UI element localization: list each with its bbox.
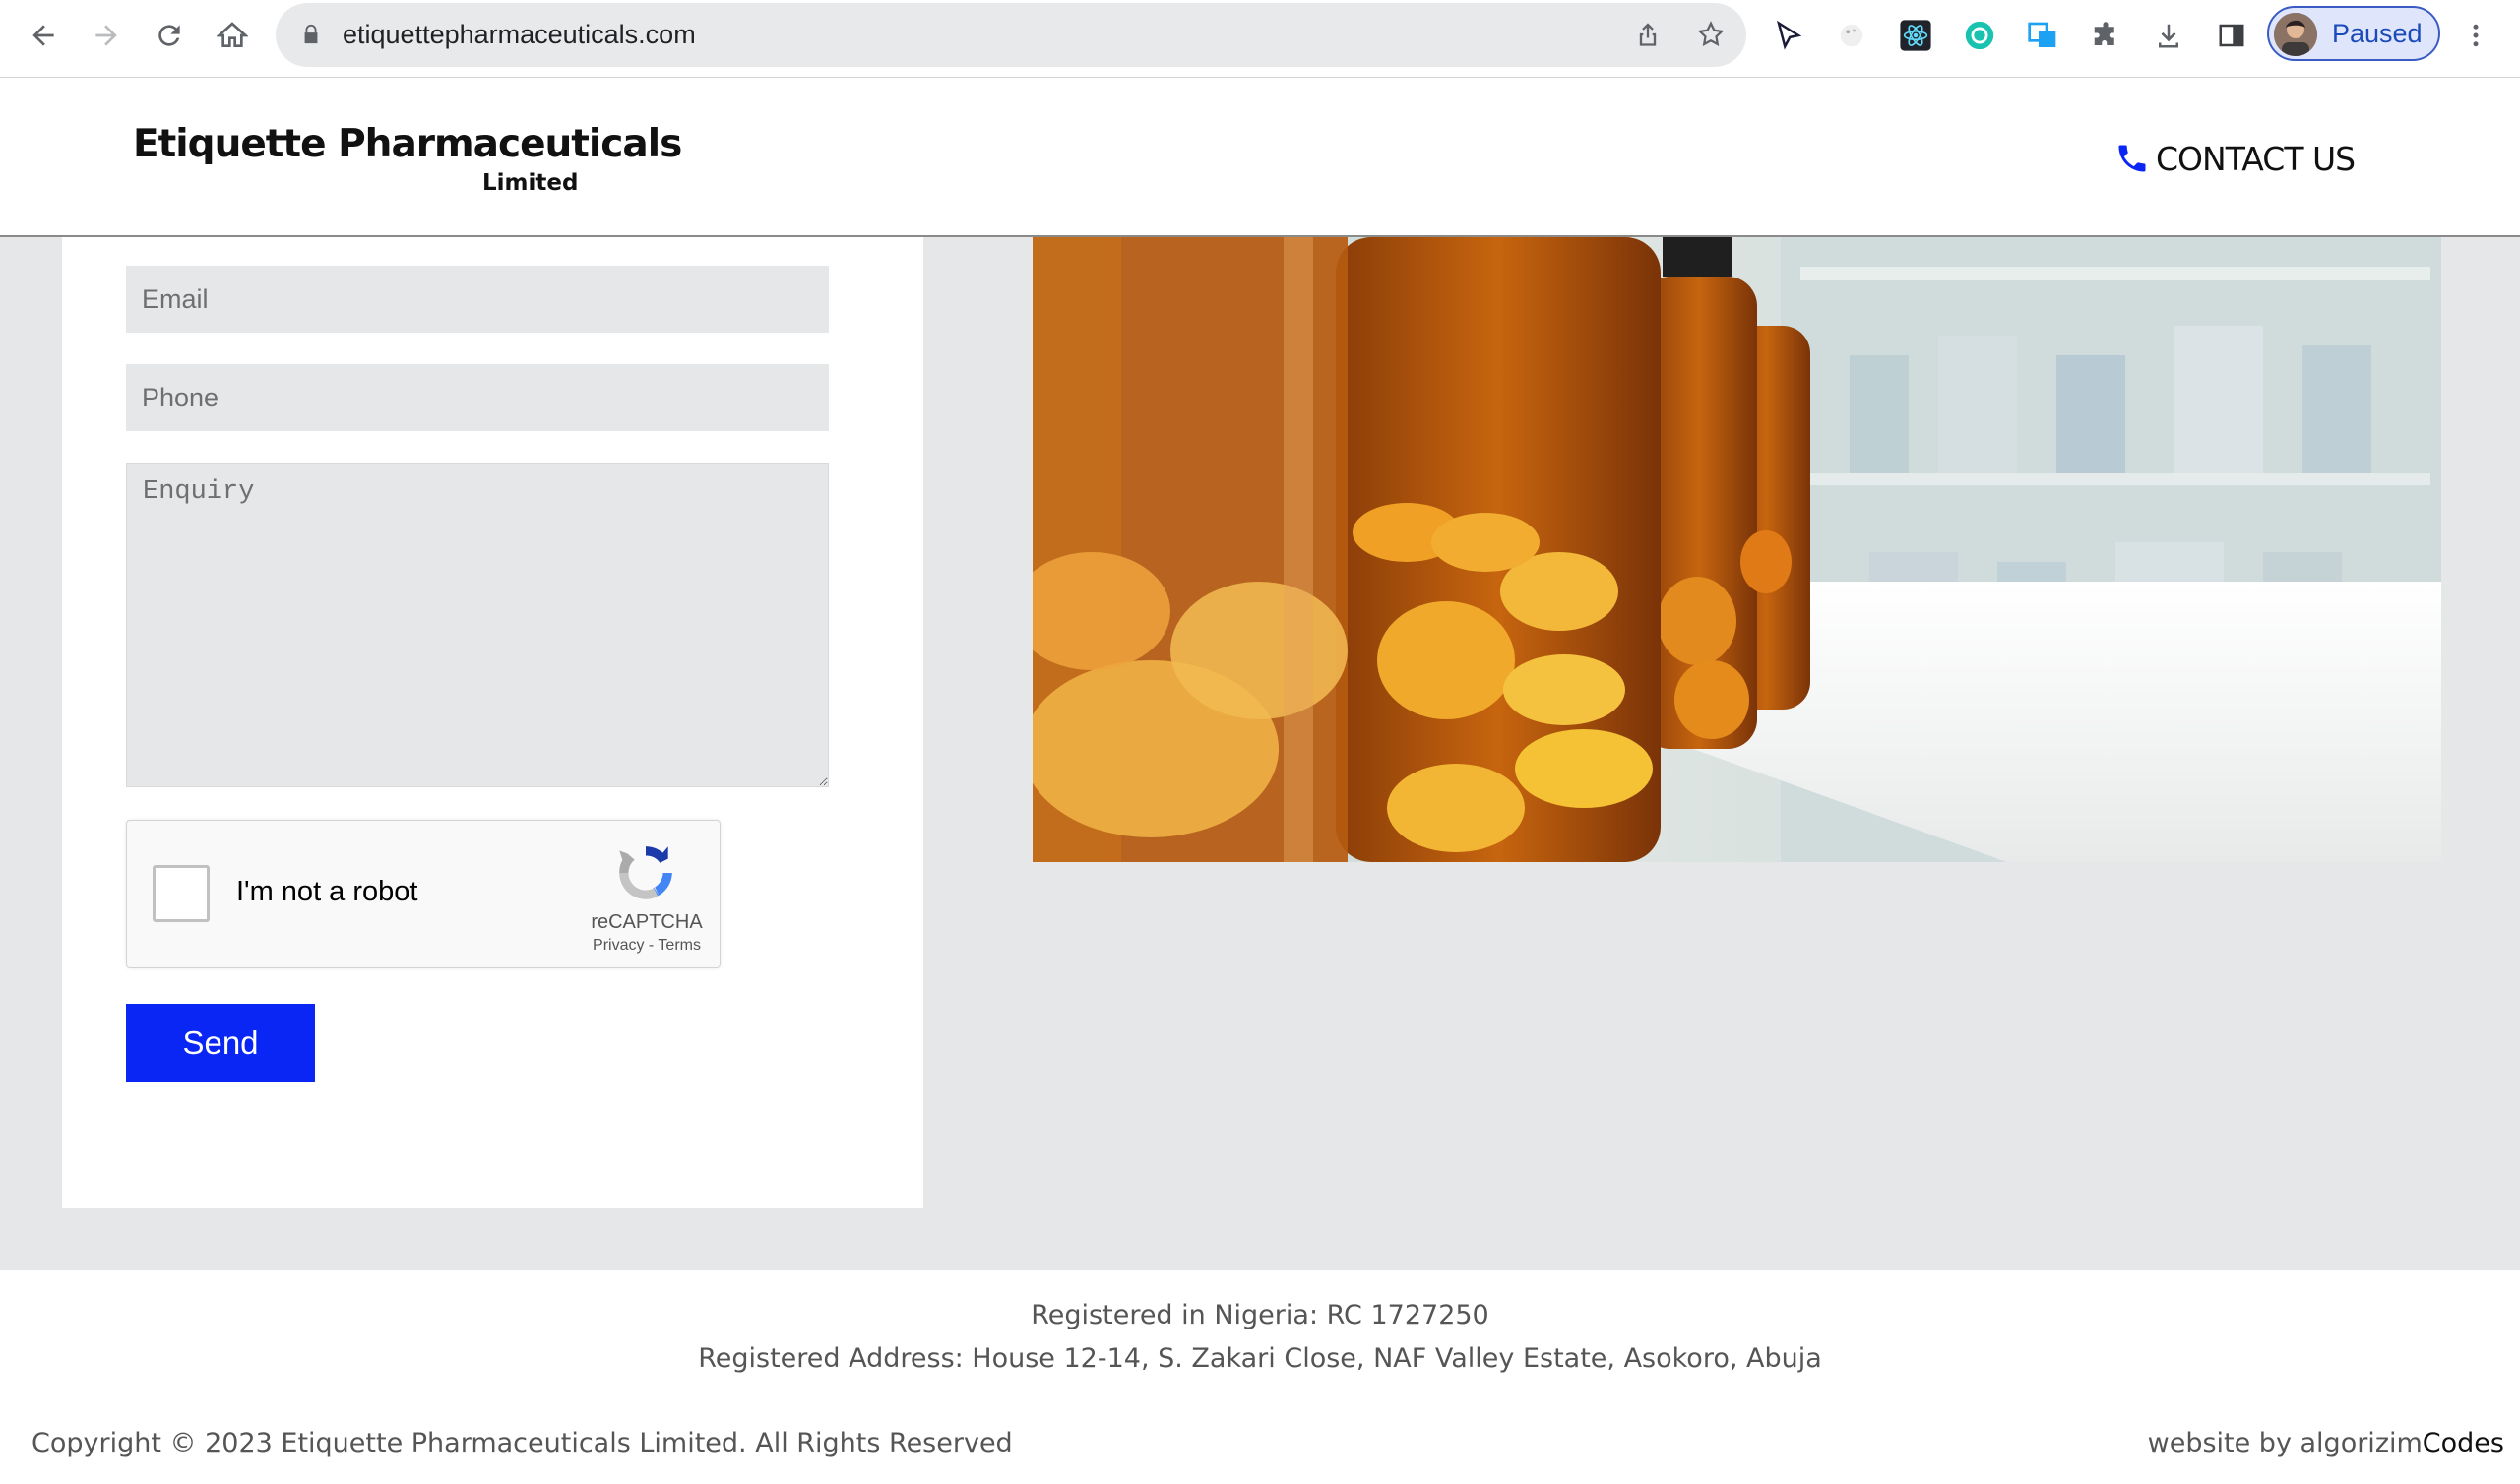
side-panel-icon[interactable]: [2210, 14, 2253, 57]
screenshot-extension-icon[interactable]: [2021, 14, 2064, 57]
site-header: Etiquette Pharmaceuticals Limited CONTAC…: [0, 78, 2520, 237]
profile-status: Paused: [2332, 19, 2423, 48]
back-button[interactable]: [22, 14, 65, 57]
profile-button[interactable]: Paused: [2267, 6, 2440, 61]
share-icon[interactable]: [1626, 13, 1670, 56]
recaptcha-logo-icon: [619, 846, 672, 899]
phone-field[interactable]: [126, 364, 829, 431]
address-bar[interactable]: etiquettepharmaceuticals.com: [276, 3, 1746, 67]
credit-prefix: website by algorizim: [2147, 1428, 2423, 1458]
reload-button[interactable]: [148, 14, 191, 57]
pharmacy-bottles-image: [1033, 237, 2441, 862]
download-icon[interactable]: [2147, 14, 2190, 57]
recaptcha-checkbox[interactable]: [153, 865, 210, 922]
registration-number: Registered in Nigeria: RC 1727250: [1031, 1300, 1489, 1330]
chrome-menu-button[interactable]: [2454, 14, 2497, 57]
email-field[interactable]: [126, 266, 829, 333]
back-arrow-icon: [32, 25, 54, 46]
phone-icon: [2118, 145, 2146, 172]
browser-toolbar: etiquettepharmaceuticals.com Paused: [0, 0, 2520, 78]
registered-address: Registered Address: House 12-14, S. Zaka…: [698, 1343, 1822, 1374]
logo-wordmark[interactable]: Etiquette Pharmaceuticals: [133, 122, 682, 166]
send-button[interactable]: Send: [126, 1004, 315, 1082]
developer-credit-link[interactable]: website by algorizimCodes: [2148, 1428, 2504, 1458]
recaptcha-widget: I'm not a robot reCAPTCHA Privacy - Term…: [126, 820, 721, 968]
reload-icon: [158, 25, 180, 46]
extensions-puzzle-icon[interactable]: [2084, 14, 2127, 57]
copyright-text: Copyright © 2023 Etiquette Pharmaceutica…: [32, 1428, 1013, 1458]
extension-dots-icon[interactable]: [1830, 14, 1873, 57]
more-vertical-icon: [2473, 24, 2479, 47]
contact-form-card: I'm not a robot reCAPTCHA Privacy - Term…: [62, 237, 923, 1208]
recaptcha-brand: reCAPTCHA: [591, 911, 703, 933]
contact-us-label[interactable]: CONTACT US: [2156, 140, 2356, 178]
forward-button[interactable]: [85, 14, 128, 57]
lock-icon[interactable]: [289, 13, 333, 56]
bookmark-star-icon[interactable]: [1689, 13, 1732, 56]
home-button[interactable]: [211, 14, 254, 57]
react-devtools-icon[interactable]: [1894, 14, 1937, 57]
site-footer: Registered in Nigeria: RC 1727250 Regist…: [0, 1270, 2520, 1484]
logo-subtitle: Limited: [482, 170, 579, 196]
recaptcha-label: I'm not a robot: [236, 876, 418, 907]
cursor-extension-icon[interactable]: [1767, 14, 1810, 57]
home-icon: [217, 22, 248, 47]
avatar: [2274, 13, 2317, 56]
openai-extension-icon[interactable]: [1958, 14, 2001, 57]
url-text[interactable]: etiquettepharmaceuticals.com: [343, 3, 696, 67]
contact-us-link[interactable]: CONTACT US: [2114, 137, 2356, 180]
forward-arrow-icon: [95, 25, 117, 46]
enquiry-textarea[interactable]: [126, 463, 829, 787]
recaptcha-privacy-terms-links[interactable]: Privacy - Terms: [572, 937, 722, 955]
credit-brand: Codes: [2422, 1428, 2504, 1458]
